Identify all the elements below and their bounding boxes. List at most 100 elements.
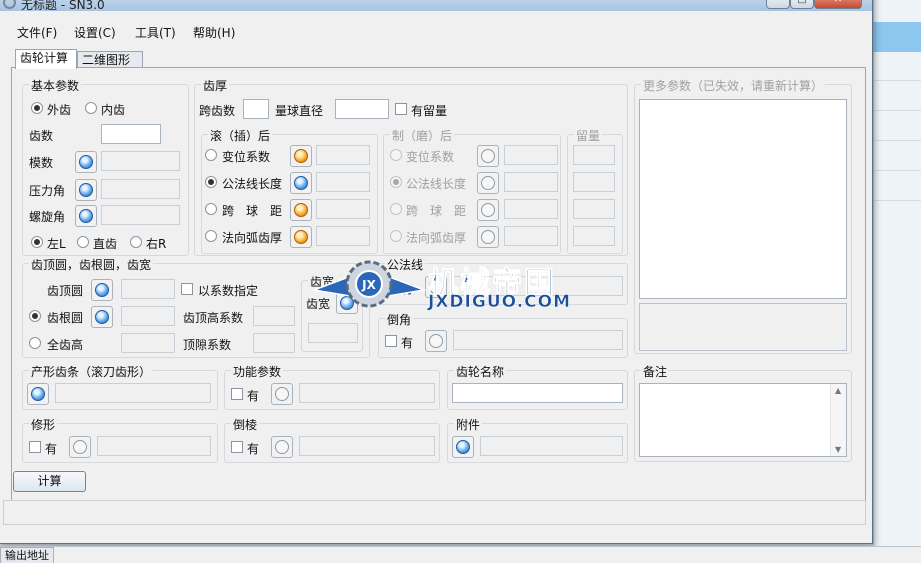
modify-checkbox[interactable] — [29, 441, 41, 453]
spur-label: 直齿 — [93, 237, 118, 251]
more-params-list[interactable] — [639, 99, 847, 299]
external-gear-label: 外齿 — [47, 103, 72, 117]
chamfer-group: 倒角 有 — [378, 311, 628, 358]
left-hand-radio[interactable] — [31, 236, 43, 248]
hob-profile-shift-radio[interactable] — [205, 149, 217, 161]
right-hand-label: 右R — [146, 237, 167, 251]
bevel-title: 倒棱 — [231, 416, 260, 433]
module-button[interactable] — [75, 151, 97, 173]
module-label: 模数 — [29, 156, 54, 170]
helix-angle-button[interactable] — [75, 205, 97, 227]
menu-file[interactable]: 文件(F) — [17, 24, 57, 41]
gray-orb-icon — [275, 387, 289, 401]
rack-button[interactable] — [27, 383, 49, 405]
grind-title: 制（磨）后 — [390, 127, 455, 144]
external-gear-radio[interactable] — [31, 102, 43, 114]
right-hand-radio[interactable] — [130, 236, 142, 248]
spur-radio[interactable] — [77, 236, 89, 248]
clearance-coeff-label: 顶隙系数 — [183, 338, 232, 352]
has-allowance-label: 有留量 — [411, 104, 448, 118]
grind-arc-thickness-radio[interactable] — [390, 230, 402, 242]
grind-profile-shift-button[interactable] — [477, 145, 499, 167]
helix-angle-label: 螺旋角 — [29, 210, 66, 224]
tip-root-title: 齿顶圆，齿根圆，齿宽 — [29, 256, 154, 273]
blue-orb-icon — [79, 209, 93, 223]
hob-group: 滚（插）后 变位系数 公法线长度 跨 球 距 法向弧齿厚 — [201, 127, 378, 254]
tip-circle-field — [121, 279, 175, 299]
grind-arc-thickness-label: 法向弧齿厚 — [406, 231, 467, 245]
bevel-field — [299, 436, 435, 456]
maximize-button[interactable]: □ — [790, 0, 814, 9]
pressure-angle-button[interactable] — [75, 179, 97, 201]
allowance-field-2 — [573, 172, 615, 192]
teeth-input[interactable] — [101, 124, 161, 144]
bevel-button[interactable] — [271, 436, 293, 458]
function-params-group: 功能参数 有 — [224, 363, 440, 410]
face-width-field — [308, 323, 358, 343]
hob-span-length-radio[interactable] — [205, 176, 217, 188]
taskbar: 输出地址 — [0, 546, 921, 563]
hob-over-ball-button[interactable] — [290, 199, 312, 221]
internal-gear-radio[interactable] — [85, 102, 97, 114]
notes-scrollbar[interactable]: ▲ ▼ — [830, 384, 846, 456]
hob-arc-thickness-radio[interactable] — [205, 230, 217, 242]
calculate-button[interactable]: 计算 — [13, 471, 86, 492]
hob-profile-shift-field — [316, 145, 370, 165]
allowance-field-3 — [573, 199, 615, 219]
grind-span-length-field — [504, 172, 558, 192]
taskbar-item[interactable]: 输出地址 — [0, 547, 54, 563]
hob-span-length-button[interactable] — [290, 172, 312, 194]
grind-profile-shift-field — [504, 145, 558, 165]
hob-over-ball-radio[interactable] — [205, 203, 217, 215]
blue-orb-icon — [95, 310, 109, 324]
blue-orb-icon — [79, 155, 93, 169]
blue-orb-icon — [456, 440, 470, 454]
ball-dia-input[interactable] — [335, 99, 389, 119]
tip-circle-button[interactable] — [91, 279, 113, 301]
scroll-up-icon[interactable]: ▲ — [835, 386, 841, 395]
close-button[interactable]: ✕ — [814, 0, 862, 9]
has-allowance-checkbox[interactable] — [395, 103, 407, 115]
clearance-coeff-field — [253, 333, 295, 353]
minimize-button[interactable]: – — [766, 0, 790, 9]
menu-help[interactable]: 帮助(H) — [193, 24, 235, 41]
hob-arc-thickness-button[interactable] — [290, 226, 312, 248]
modify-button[interactable] — [69, 436, 91, 458]
grind-over-ball-button[interactable] — [477, 199, 499, 221]
notes-textarea[interactable]: ▲ ▼ — [639, 383, 847, 457]
more-params-detail — [639, 303, 847, 351]
chamfer-checkbox[interactable] — [385, 335, 397, 347]
allowance-group: 留量 — [567, 127, 623, 254]
grind-span-length-button[interactable] — [477, 172, 499, 194]
scroll-down-icon[interactable]: ▼ — [835, 445, 841, 454]
whole-depth-radio[interactable] — [29, 337, 41, 349]
grind-span-length-radio[interactable] — [390, 176, 402, 188]
root-circle-button[interactable] — [91, 306, 113, 328]
more-params-group: 更多参数（已失效，请重新计算） — [634, 77, 852, 354]
grind-profile-shift-radio[interactable] — [390, 149, 402, 161]
hob-profile-shift-button[interactable] — [290, 145, 312, 167]
chamfer-button[interactable] — [425, 330, 447, 352]
gray-orb-icon — [429, 334, 443, 348]
addendum-coeff-label: 齿顶高系数 — [183, 311, 244, 325]
function-params-checkbox[interactable] — [231, 388, 243, 400]
tab-gear-calc[interactable]: 齿轮计算 — [15, 49, 77, 69]
gear-name-input[interactable] — [452, 383, 623, 403]
menu-settings[interactable]: 设置(C) — [74, 24, 116, 41]
grind-over-ball-radio[interactable] — [390, 203, 402, 215]
root-circle-radio[interactable] — [29, 310, 41, 322]
attachment-field — [480, 436, 623, 456]
menu-tools[interactable]: 工具(T) — [135, 24, 176, 41]
span-teeth-input[interactable] — [243, 99, 269, 119]
function-params-button[interactable] — [271, 383, 293, 405]
grind-over-ball-field — [504, 199, 558, 219]
notes-title: 备注 — [641, 363, 670, 380]
window-title: 无标题 - SN3.0 — [21, 0, 105, 12]
by-coeff-checkbox[interactable] — [181, 283, 193, 295]
background-divider — [873, 140, 921, 141]
allowance-field-4 — [573, 226, 615, 246]
grind-arc-thickness-button[interactable] — [477, 226, 499, 248]
attachment-button[interactable] — [452, 436, 474, 458]
bevel-checkbox[interactable] — [231, 441, 243, 453]
pressure-angle-field — [101, 179, 180, 199]
